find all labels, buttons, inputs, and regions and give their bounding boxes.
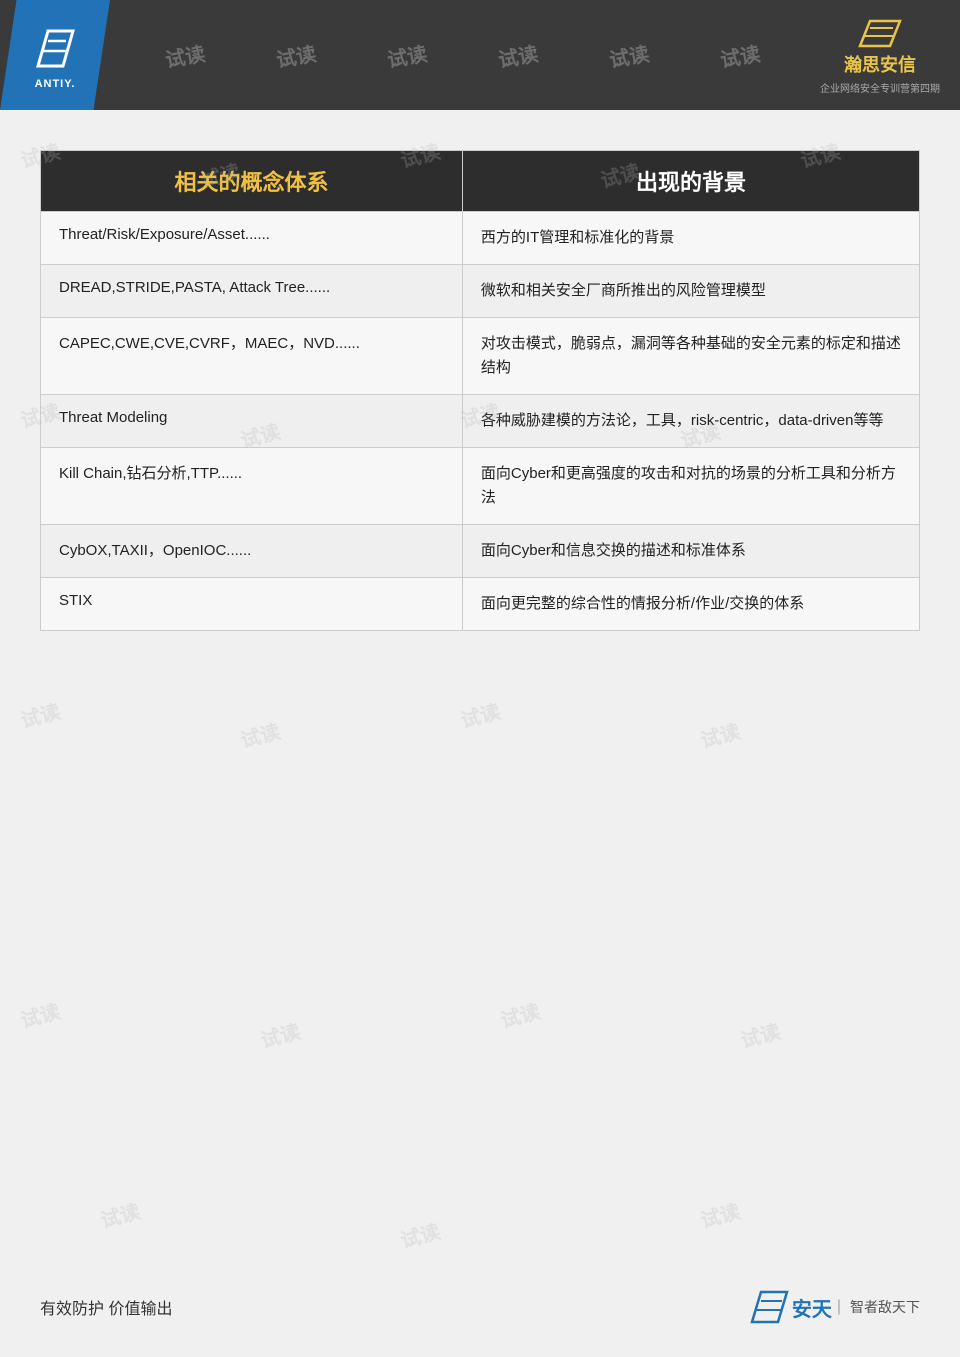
logo-block: ANTIY. xyxy=(0,0,110,110)
table-cell-left: STIX xyxy=(41,578,463,631)
table-row: Threat Modeling各种威胁建模的方法论，工具，risk-centri… xyxy=(41,395,920,448)
table-cell-right: 各种威胁建模的方法论，工具，risk-centric，data-driven等等 xyxy=(462,395,919,448)
table-row: CybOX,TAXII，OpenIOC......面向Cyber和信息交换的描述… xyxy=(41,525,920,578)
table-row: Kill Chain,钻石分析,TTP......面向Cyber和更高强度的攻击… xyxy=(41,448,920,525)
body-wm-16: 试读 xyxy=(497,995,543,1033)
table-cell-left: CybOX,TAXII，OpenIOC...... xyxy=(41,525,463,578)
brand-subtitle: 企业网络安全专训营第四期 xyxy=(820,80,940,95)
table-cell-left: DREAD,STRIDE,PASTA, Attack Tree...... xyxy=(41,265,463,318)
brand-name: 瀚思安信 xyxy=(844,51,916,77)
brand-logo-icon xyxy=(855,16,905,51)
header-wm-5: 试读 xyxy=(607,37,651,73)
body-wm-17: 试读 xyxy=(737,1015,783,1053)
col1-header: 相关的概念体系 xyxy=(41,151,463,212)
body-wm-13: 试读 xyxy=(697,715,743,753)
header-watermarks: 试读 试读 试读 试读 试读 试读 xyxy=(110,41,815,70)
body-wm-11: 试读 xyxy=(237,715,283,753)
footer-brand: 安天 xyxy=(792,1293,832,1322)
table-cell-left: CAPEC,CWE,CVE,CVRF，MAEC，NVD...... xyxy=(41,318,463,395)
table-header-row: 相关的概念体系 出现的背景 xyxy=(41,151,920,212)
antiy-logo-icon xyxy=(28,21,83,76)
table-row: DREAD,STRIDE,PASTA, Attack Tree......微软和… xyxy=(41,265,920,318)
concept-table: 相关的概念体系 出现的背景 Threat/Risk/Exposure/Asset… xyxy=(40,150,920,631)
table-row: CAPEC,CWE,CVE,CVRF，MAEC，NVD......对攻击模式，脆… xyxy=(41,318,920,395)
body-wm-10: 试读 xyxy=(17,695,63,733)
table-cell-right: 西方的IT管理和标准化的背景 xyxy=(462,212,919,265)
table-cell-left: Threat/Risk/Exposure/Asset...... xyxy=(41,212,463,265)
header-wm-2: 试读 xyxy=(274,37,318,73)
header-wm-6: 试读 xyxy=(717,37,761,73)
table-cell-left: Threat Modeling xyxy=(41,395,463,448)
table-cell-right: 微软和相关安全厂商所推出的风险管理模型 xyxy=(462,265,919,318)
footer: 有效防护 价值输出 安天 | 智者敌天下 xyxy=(0,1287,960,1327)
body-wm-14: 试读 xyxy=(17,995,63,1033)
header-wm-4: 试读 xyxy=(496,37,540,73)
body-wm-19: 试读 xyxy=(397,1215,443,1253)
main-content: 相关的概念体系 出现的背景 Threat/Risk/Exposure/Asset… xyxy=(0,110,960,661)
table-cell-left: Kill Chain,钻石分析,TTP...... xyxy=(41,448,463,525)
header-wm-3: 试读 xyxy=(385,37,429,73)
logo-text: ANTIY. xyxy=(35,78,76,90)
footer-brand-sub: 智者敌天下 xyxy=(850,1297,920,1317)
table-row: STIX面向更完整的综合性的情报分析/作业/交换的体系 xyxy=(41,578,920,631)
table-cell-right: 面向Cyber和更高强度的攻击和对抗的场景的分析工具和分析方法 xyxy=(462,448,919,525)
table-row: Threat/Risk/Exposure/Asset......西方的IT管理和… xyxy=(41,212,920,265)
table-cell-right: 对攻击模式，脆弱点，漏洞等各种基础的安全元素的标定和描述结构 xyxy=(462,318,919,395)
body-wm-12: 试读 xyxy=(457,695,503,733)
header-wm-1: 试读 xyxy=(163,37,207,73)
table-cell-right: 面向更完整的综合性的情报分析/作业/交换的体系 xyxy=(462,578,919,631)
footer-logo-icon xyxy=(747,1287,792,1327)
body-wm-18: 试读 xyxy=(97,1195,143,1233)
col2-header: 出现的背景 xyxy=(462,151,919,212)
header-bar: ANTIY. 试读 试读 试读 试读 试读 试读 瀚思安信 企业网络安全专训营第… xyxy=(0,0,960,110)
footer-right: 安天 | 智者敌天下 xyxy=(747,1287,920,1327)
table-cell-right: 面向Cyber和信息交换的描述和标准体系 xyxy=(462,525,919,578)
footer-left-text: 有效防护 价值输出 xyxy=(40,1295,172,1319)
body-wm-15: 试读 xyxy=(257,1015,303,1053)
header-right-logo: 瀚思安信 企业网络安全专训营第四期 xyxy=(815,15,945,95)
body-wm-20: 试读 xyxy=(697,1195,743,1233)
